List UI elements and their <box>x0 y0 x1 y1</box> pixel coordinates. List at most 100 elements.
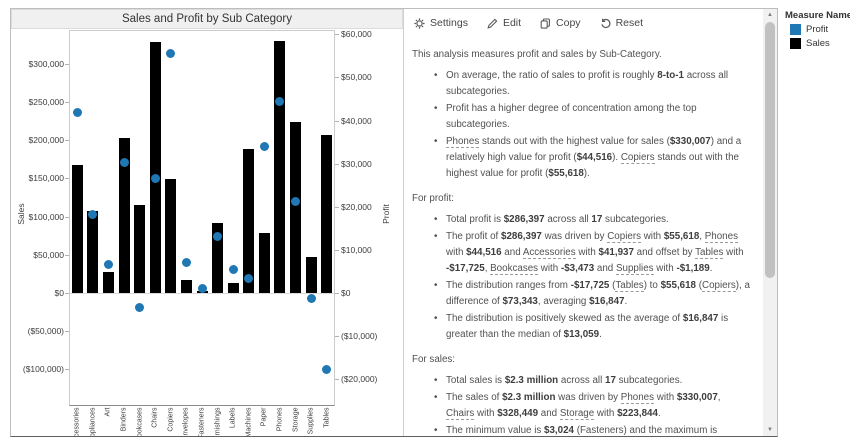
story-text: ) and the maximum is <box>624 425 718 436</box>
x-axis-label-supplies: Supplies <box>307 408 316 438</box>
y-left-tick-mark <box>65 217 69 218</box>
story-scrollbar[interactable]: ▲ ▼ <box>763 9 777 436</box>
bar-accessories[interactable] <box>72 165 83 293</box>
edit-button[interactable]: Edit <box>487 17 521 29</box>
x-axis-label-labels: Labels <box>229 408 238 438</box>
story-term-link[interactable]: Phones <box>705 231 738 243</box>
legend-item-profit[interactable]: Profit <box>790 24 850 35</box>
story-term-link[interactable]: Tables <box>695 247 723 259</box>
story-term-link[interactable]: Storage <box>560 408 594 420</box>
story-text: with <box>594 408 617 419</box>
story-text: -$3,473 <box>561 263 594 274</box>
story-text: On average, the ratio of sales to profit… <box>446 70 657 81</box>
story-text: The distribution ranges from <box>446 280 571 291</box>
profit-dot-labels[interactable] <box>229 265 238 274</box>
story-bullet: On average, the ratio of sales to profit… <box>434 68 751 100</box>
story-term-link[interactable]: Copiers <box>702 280 736 292</box>
scroll-up-arrow[interactable]: ▲ <box>763 9 777 21</box>
y-left-tick-label: $0 <box>12 288 64 298</box>
x-axis-label-envelopes: Envelopes <box>182 408 191 438</box>
settings-button[interactable]: Settings <box>414 17 468 29</box>
bar-chairs[interactable] <box>150 42 161 293</box>
y-left-tick-mark <box>65 255 69 256</box>
y-right-tick-label: ($20,000) <box>341 374 393 384</box>
copy-button[interactable]: Copy <box>540 17 581 29</box>
story-text: Profit has a higher degree of concentrat… <box>446 103 697 130</box>
story-term-link[interactable]: Fasteners <box>580 425 624 436</box>
y-left-tick-mark <box>65 331 69 332</box>
profit-dot-chairs[interactable] <box>151 174 160 183</box>
y-left-tick-mark <box>65 102 69 103</box>
story-term-link[interactable]: Accessories <box>523 247 576 259</box>
profit-dot-binders[interactable] <box>120 158 129 167</box>
profit-dot-copiers[interactable] <box>166 49 175 58</box>
story-text: ) to <box>644 280 661 291</box>
x-axis-label-copiers: Copiers <box>166 408 175 438</box>
story-text: 8-to-1 <box>657 70 684 81</box>
story-text: ). <box>584 168 590 179</box>
story-section-heading: For sales: <box>412 352 751 368</box>
profit-dot-storage[interactable] <box>291 197 300 206</box>
x-axis-label-phones: Phones <box>275 408 284 438</box>
bar-art[interactable] <box>103 272 114 293</box>
bar-machines[interactable] <box>243 149 254 293</box>
story-bullet-list: Total profit is $286,397 across all 17 s… <box>412 212 751 343</box>
story-term-link[interactable]: Bookcases <box>490 263 538 275</box>
zero-line <box>70 293 334 294</box>
story-text: The sales of <box>446 392 502 403</box>
story-text: subcategories. <box>602 214 668 225</box>
story-text: was driven by <box>542 231 607 242</box>
x-axis-label-appliances: Appliances <box>88 408 97 438</box>
bar-tables[interactable] <box>321 135 332 293</box>
copy-label: Copy <box>556 17 581 29</box>
story-text: $44,516 <box>577 152 612 163</box>
profit-dot-accessories[interactable] <box>73 108 82 117</box>
bar-bookcases[interactable] <box>134 205 145 293</box>
story-text: $44,516 <box>466 247 501 258</box>
y-right-tick-label: $50,000 <box>341 72 393 82</box>
bar-supplies[interactable] <box>306 257 317 293</box>
story-text: and <box>594 263 616 274</box>
profit-dot-phones[interactable] <box>275 97 284 106</box>
bar-paper[interactable] <box>259 233 270 293</box>
story-text: $223,844 <box>617 408 658 419</box>
story-bullet: The distribution is positively skewed as… <box>434 311 751 343</box>
bar-copiers[interactable] <box>165 179 176 293</box>
story-term-link[interactable]: Copiers <box>607 231 641 243</box>
profit-dot-paper[interactable] <box>260 142 269 151</box>
bar-appliances[interactable] <box>87 211 98 293</box>
x-axis-label-accessories: Accessories <box>73 408 82 438</box>
profit-dot-supplies[interactable] <box>307 294 316 303</box>
story-text: with <box>654 392 677 403</box>
bar-envelopes[interactable] <box>181 280 192 293</box>
x-axis-label-furnishings: Furnishings <box>213 408 222 438</box>
story-term-link[interactable]: Phones <box>446 136 479 148</box>
story-term-link[interactable]: Tables <box>615 280 643 292</box>
y-right-tick-mark <box>335 34 339 35</box>
bar-labels[interactable] <box>228 283 239 293</box>
story-text: with <box>538 263 561 274</box>
bar-phones[interactable] <box>274 41 285 293</box>
story-term-link[interactable]: Phones <box>621 392 654 404</box>
scroll-down-arrow[interactable]: ▼ <box>763 424 777 436</box>
story-term-link[interactable]: Copiers <box>621 152 655 164</box>
story-text: $330,007 <box>670 136 711 147</box>
story-text: with <box>641 231 664 242</box>
story-text: -$17,725 <box>446 263 485 274</box>
y-right-tick-mark <box>335 250 339 251</box>
scrollbar-thumb[interactable] <box>765 22 775 278</box>
story-term-link[interactable]: Supplies <box>616 263 654 275</box>
story-term-link[interactable]: Chairs <box>446 408 474 420</box>
profit-dot-fasteners[interactable] <box>198 284 207 293</box>
bar-storage[interactable] <box>290 122 301 293</box>
story-text: with <box>723 247 743 258</box>
story-text: . <box>599 329 602 340</box>
legend-label: Profit <box>806 24 828 35</box>
legend-title: Measure Names <box>785 10 850 21</box>
story-text: The distribution is positively skewed as… <box>446 313 683 324</box>
story-text: $13,059 <box>564 329 599 340</box>
story-bullet: Total profit is $286,397 across all 17 s… <box>434 212 751 228</box>
reset-button[interactable]: Reset <box>600 17 643 29</box>
legend-item-sales[interactable]: Sales <box>790 38 850 49</box>
copy-icon <box>540 18 551 29</box>
